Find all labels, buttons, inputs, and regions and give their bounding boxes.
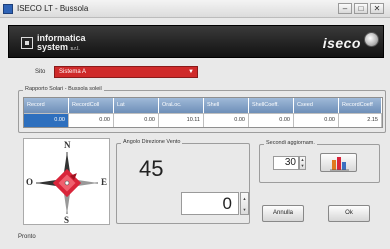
cancel-button[interactable]: Annulla — [262, 205, 304, 222]
status-text: Pronto — [18, 234, 36, 240]
chart-button[interactable] — [320, 153, 357, 172]
site-select[interactable]: Sistema A ▼ — [54, 66, 198, 78]
stepper-down-icon[interactable]: ▼ — [241, 204, 248, 215]
window-title: ISECO LT - Bussola — [17, 4, 89, 13]
column-header[interactable]: Record — [24, 98, 69, 113]
direction-stepper[interactable]: ▲ ▼ — [240, 192, 249, 215]
table-cell[interactable]: 10.11 — [159, 113, 204, 127]
data-table-legend: Rapporto Solari - Bussola soleil — [23, 86, 104, 92]
site-label: Sito — [35, 69, 46, 75]
table-cell[interactable]: 0.00 — [24, 113, 69, 127]
bar-chart-icon — [330, 157, 349, 171]
table-cell[interactable]: 2.15 — [339, 113, 382, 127]
table-cell[interactable]: 0.00 — [69, 113, 114, 127]
column-header[interactable]: RecordColl — [69, 98, 114, 113]
stepper-down-icon[interactable]: ▼ — [300, 163, 305, 169]
column-header[interactable]: RecordCoeff — [339, 98, 382, 113]
company-logo-icon — [21, 37, 33, 49]
refresh-legend: Secondi aggiornam. — [264, 140, 317, 146]
direction-value: 45 — [139, 156, 164, 181]
brand-header: informatica system s.r.l. iseco — [8, 25, 384, 58]
compass-west-label: O — [26, 177, 34, 187]
table-cell[interactable]: 0.00 — [204, 113, 249, 127]
product-brand: iseco — [322, 35, 361, 51]
table-cell[interactable]: 0.00 — [249, 113, 294, 127]
direction-input[interactable]: 0 — [181, 192, 239, 215]
refresh-stepper[interactable]: ▲ ▼ — [299, 156, 306, 170]
table-cell[interactable]: 0.00 — [294, 113, 339, 127]
compass-north-label: N — [64, 140, 71, 150]
column-header[interactable]: Cseed — [294, 98, 339, 113]
minimize-button[interactable]: – — [338, 3, 352, 14]
company-suffix: s.r.l. — [70, 46, 80, 52]
column-header[interactable]: OraLoc. — [159, 98, 204, 113]
compass-east-label: E — [101, 177, 108, 187]
maximize-button[interactable]: □ — [354, 3, 368, 14]
column-header[interactable]: ShellCoeff. — [249, 98, 294, 113]
title-bar: ISECO LT - Bussola – □ ✕ — [0, 0, 390, 18]
ok-button[interactable]: Ok — [328, 205, 370, 222]
company-name-line2: system s.r.l. — [37, 42, 80, 53]
stepper-up-icon[interactable]: ▲ — [241, 193, 248, 204]
column-header[interactable]: Shell — [204, 98, 249, 113]
app-icon — [3, 4, 13, 14]
direction-legend: Angolo Direzione Vento — [121, 139, 183, 145]
brand-emblem-icon — [364, 32, 379, 47]
chevron-down-icon: ▼ — [188, 69, 194, 75]
column-header[interactable]: Lat — [114, 98, 159, 113]
close-button[interactable]: ✕ — [370, 3, 384, 14]
compass-rose: N S E O — [23, 138, 110, 225]
compass-icon — [36, 152, 98, 214]
site-select-value: Sistema A — [59, 69, 87, 75]
refresh-seconds-input[interactable]: 30 — [273, 156, 299, 170]
compass-south-label: S — [64, 215, 70, 225]
table-cell[interactable]: 0.00 — [114, 113, 159, 127]
data-table: Record RecordColl Lat OraLoc. Shell Shel… — [23, 97, 383, 128]
